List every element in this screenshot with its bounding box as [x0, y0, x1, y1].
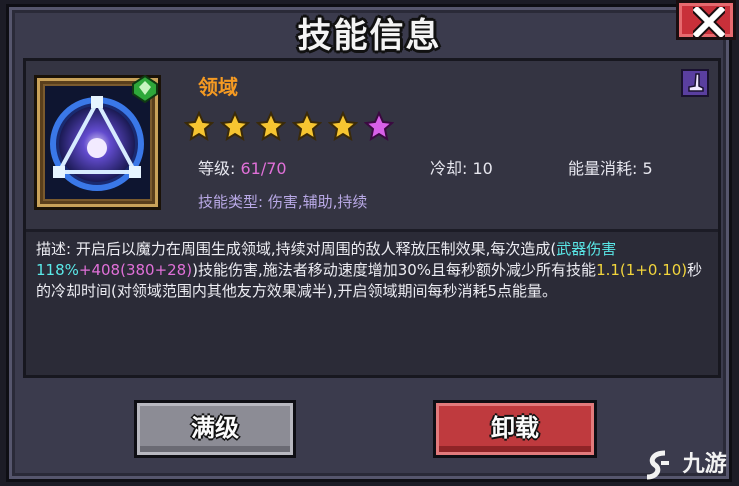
divider — [26, 229, 718, 232]
gold-star-icon — [292, 111, 322, 141]
unequip-button[interactable]: 卸载 — [433, 400, 597, 458]
skill-info-box: 领域 等级: 61/70 冷却: 10 能量消耗: 5 技能类型: 伤害,辅助,… — [23, 58, 721, 378]
cooldown-value: 10 — [472, 159, 493, 178]
watermark-text: 九游 — [682, 452, 727, 477]
gold-star-icon — [256, 111, 286, 141]
skill-header: 领域 等级: 61/70 冷却: 10 能量消耗: 5 技能类型: 伤害,辅助,… — [26, 61, 718, 229]
green-gem-icon — [132, 74, 158, 104]
level-value: 61/70 — [240, 159, 287, 178]
description-text: )技能伤害,施法者移动速度增加30%且每秒额外减少所有技能 — [192, 261, 597, 279]
purple-boot-icon — [681, 69, 709, 97]
level-label: 等级: — [198, 159, 236, 178]
energy-stat: 能量消耗: 5 — [568, 155, 653, 179]
level-stat: 等级: 61/70 — [198, 155, 287, 179]
dialog-title: 技能信息 — [297, 16, 442, 56]
close-button[interactable] — [676, 0, 736, 40]
skill-description: 描述: 开启后以魔力在周围生成领域,持续对周围的敌人释放压制效果,每次造成(武器… — [36, 239, 712, 302]
description-cooldown-reduction: 1.1(1+0.10) — [596, 261, 688, 279]
watermark-logo-icon — [646, 450, 669, 480]
description-text: 描述: 开启后以魔力在周围生成领域,持续对周围的敌人释放压制效果,每次造成( — [36, 240, 557, 258]
skill-type-line: 技能类型: 伤害,辅助,持续 — [198, 193, 368, 211]
energy-value: 5 — [642, 159, 653, 178]
gold-star-icon — [220, 111, 250, 141]
energy-label: 能量消耗: — [568, 159, 638, 178]
star-rating — [184, 111, 394, 141]
description-flat-damage: +408(380+28) — [78, 261, 193, 279]
gold-star-icon — [328, 111, 358, 141]
gold-star-icon — [184, 111, 214, 141]
cooldown-stat: 冷却: 10 — [430, 155, 493, 179]
max-level-button[interactable]: 满级 — [134, 400, 296, 458]
cooldown-label: 冷却: — [430, 159, 468, 178]
close-icon — [693, 7, 725, 37]
purple-star-icon — [364, 111, 394, 141]
skill-name: 领域 — [198, 75, 238, 99]
watermark: 九游 — [643, 446, 737, 482]
